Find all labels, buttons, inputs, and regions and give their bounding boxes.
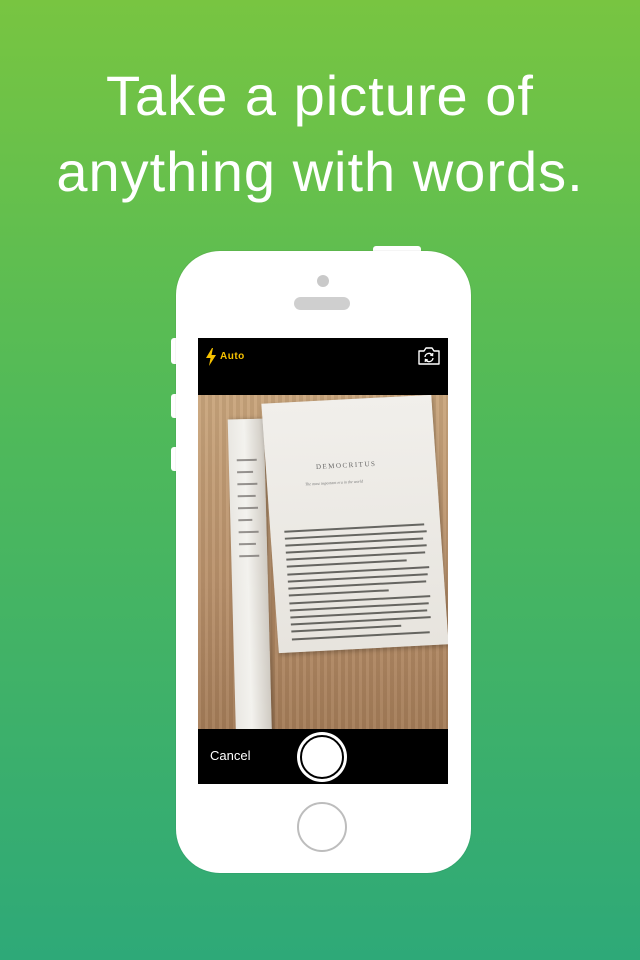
headline: Take a picture of anything with words.: [0, 58, 640, 210]
headline-line-1: Take a picture of: [106, 64, 534, 127]
book-page-subtitle: The most important era in the world: [304, 478, 364, 487]
shutter-button[interactable]: [297, 732, 347, 782]
shutter-inner-ring: [300, 735, 344, 779]
camera-viewfinder: DEMOCRITUS The most important era in the…: [198, 395, 448, 729]
home-button[interactable]: [297, 802, 347, 852]
camera-bottom-bar: Cancel: [198, 729, 448, 784]
camera-top-bar: Auto: [198, 338, 448, 395]
book-page-title: DEMOCRITUS: [315, 459, 377, 471]
front-camera: [317, 275, 329, 287]
headline-line-2: anything with words.: [56, 140, 584, 203]
cancel-button[interactable]: Cancel: [210, 748, 250, 763]
book-right-page: DEMOCRITUS The most important era in the…: [261, 395, 448, 654]
flash-mode-label[interactable]: Auto: [220, 351, 245, 362]
switch-camera-icon[interactable]: [417, 346, 441, 366]
flash-icon[interactable]: [205, 348, 217, 366]
earpiece-speaker: [294, 297, 350, 310]
camera-screen: Auto DEMOCRITUS The most important era i…: [198, 338, 448, 784]
phone-frame: Auto DEMOCRITUS The most important era i…: [176, 251, 471, 873]
